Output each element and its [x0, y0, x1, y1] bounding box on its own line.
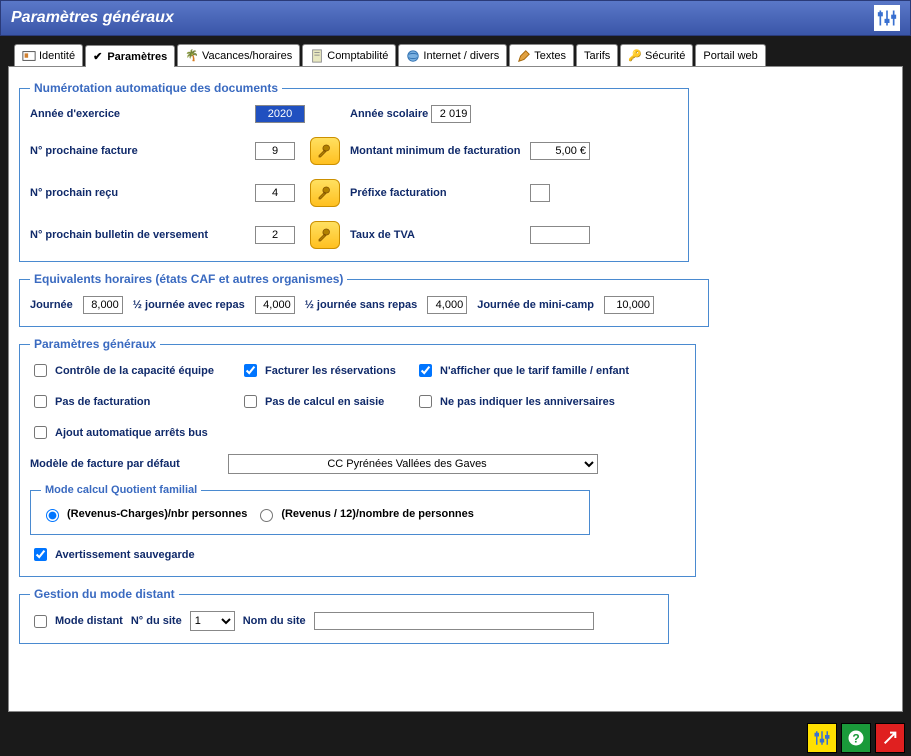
check-controle-capacite[interactable]: Contrôle de la capacité équipe — [30, 361, 240, 380]
prefixe-input[interactable] — [530, 184, 550, 202]
main-panel: Numérotation automatique des documents A… — [8, 66, 903, 712]
demi-sans-repas-input[interactable] — [427, 296, 467, 314]
demi-repas-input[interactable] — [255, 296, 295, 314]
prochain-bulletin-input[interactable] — [255, 226, 295, 244]
prochain-recu-input[interactable] — [255, 184, 295, 202]
globe-icon — [406, 49, 420, 63]
num-site-label: N° du site — [131, 615, 182, 627]
prochaine-facture-label: N° prochaine facture — [30, 145, 255, 157]
modele-facture-select[interactable]: CC Pyrénées Vallées des Gaves — [228, 454, 598, 474]
fieldset-qf: Mode calcul Quotient familial (Revenus-C… — [30, 484, 590, 535]
check-mode-distant[interactable]: Mode distant — [30, 612, 123, 631]
legend-equivalents: Equivalents horaires (états CAF et autre… — [30, 272, 347, 286]
demi-repas-label: ½ journée avec repas — [133, 299, 245, 311]
settings-sliders-icon[interactable] — [874, 5, 900, 31]
window-title: Paramètres généraux — [11, 9, 174, 27]
legend-numerotation: Numérotation automatique des documents — [30, 81, 282, 95]
footer-bar: ? — [0, 720, 911, 756]
tab-tarifs[interactable]: Tarifs — [576, 44, 618, 66]
check-pas-calcul[interactable]: Pas de calcul en saisie — [240, 392, 415, 411]
tab-comptabilite[interactable]: Comptabilité — [302, 44, 396, 66]
tab-parametres[interactable]: ✔ Paramètres — [85, 45, 175, 67]
radio-qf-1[interactable]: (Revenus-Charges)/nbr personnes — [41, 506, 247, 522]
prefixe-label: Préfixe facturation — [350, 187, 530, 199]
legend-qf: Mode calcul Quotient familial — [41, 484, 201, 496]
footer-button-sliders[interactable] — [807, 723, 837, 753]
radio-qf-2[interactable]: (Revenus / 12)/nombre de personnes — [255, 506, 474, 522]
tab-securite[interactable]: 🔑 Sécurité — [620, 44, 693, 66]
sliders-icon — [813, 729, 831, 747]
check-icon: ✔ — [93, 50, 102, 63]
journee-input[interactable] — [83, 296, 123, 314]
annee-scolaire-label: Année scolaire — [350, 105, 530, 123]
annee-scolaire-input[interactable] — [431, 105, 471, 123]
check-facturer-reservations[interactable]: Facturer les réservations — [240, 361, 415, 380]
prochaine-facture-input[interactable] — [255, 142, 295, 160]
help-icon: ? — [847, 729, 865, 747]
tab-vacances[interactable]: 🌴 Vacances/horaires — [177, 44, 300, 66]
minicamp-input[interactable] — [604, 296, 654, 314]
ledger-icon — [310, 49, 324, 63]
check-avertissement[interactable]: Avertissement sauvegarde — [30, 545, 195, 564]
annee-exercice-label: Année d'exercice — [30, 108, 255, 120]
modele-facture-label: Modèle de facture par défaut — [30, 458, 220, 470]
tab-portail[interactable]: Portail web — [695, 44, 765, 66]
key-icon: 🔑 — [628, 49, 642, 62]
check-afficher-tarif[interactable]: N'afficher que le tarif famille / enfant — [415, 361, 685, 380]
pencil-icon — [517, 49, 531, 63]
key-button-recu[interactable] — [310, 179, 340, 207]
footer-button-exit[interactable] — [875, 723, 905, 753]
fieldset-equivalents: Equivalents horaires (états CAF et autre… — [19, 272, 709, 327]
tva-input[interactable] — [530, 226, 590, 244]
check-pas-facturation[interactable]: Pas de facturation — [30, 392, 240, 411]
check-pas-anniv[interactable]: Ne pas indiquer les anniversaires — [415, 392, 685, 411]
titlebar: Paramètres généraux — [0, 0, 911, 36]
montant-min-label: Montant minimum de facturation — [350, 145, 530, 157]
journee-label: Journée — [30, 299, 73, 311]
tab-internet[interactable]: Internet / divers — [398, 44, 507, 66]
nom-site-label: Nom du site — [243, 615, 306, 627]
fieldset-parametres: Paramètres généraux Contrôle de la capac… — [19, 337, 696, 577]
key-button-facture[interactable] — [310, 137, 340, 165]
id-card-icon — [22, 49, 36, 63]
tab-identite[interactable]: Identité — [14, 44, 83, 66]
arrow-out-icon — [882, 730, 898, 746]
fieldset-numerotation: Numérotation automatique des documents A… — [19, 81, 689, 262]
annee-exercice-input[interactable] — [255, 105, 305, 123]
tab-textes[interactable]: Textes — [509, 44, 574, 66]
num-site-select[interactable]: 1 — [190, 611, 235, 631]
nom-site-input[interactable] — [314, 612, 594, 630]
footer-button-help[interactable]: ? — [841, 723, 871, 753]
key-button-bulletin[interactable] — [310, 221, 340, 249]
palm-tree-icon: 🌴 — [185, 49, 199, 62]
minicamp-label: Journée de mini-camp — [477, 299, 594, 311]
fieldset-distant: Gestion du mode distant Mode distant N° … — [19, 587, 669, 644]
legend-distant: Gestion du mode distant — [30, 587, 179, 601]
tab-bar: Identité ✔ Paramètres 🌴 Vacances/horaire… — [8, 44, 903, 66]
demi-sans-repas-label: ½ journée sans repas — [305, 299, 418, 311]
svg-text:?: ? — [852, 732, 859, 746]
montant-min-input[interactable] — [530, 142, 590, 160]
tva-label: Taux de TVA — [350, 229, 530, 241]
prochain-bulletin-label: N° prochain bulletin de versement — [30, 229, 255, 241]
legend-parametres: Paramètres généraux — [30, 337, 160, 351]
check-ajout-bus[interactable]: Ajout automatique arrêts bus — [30, 423, 240, 442]
prochain-recu-label: N° prochain reçu — [30, 187, 255, 199]
